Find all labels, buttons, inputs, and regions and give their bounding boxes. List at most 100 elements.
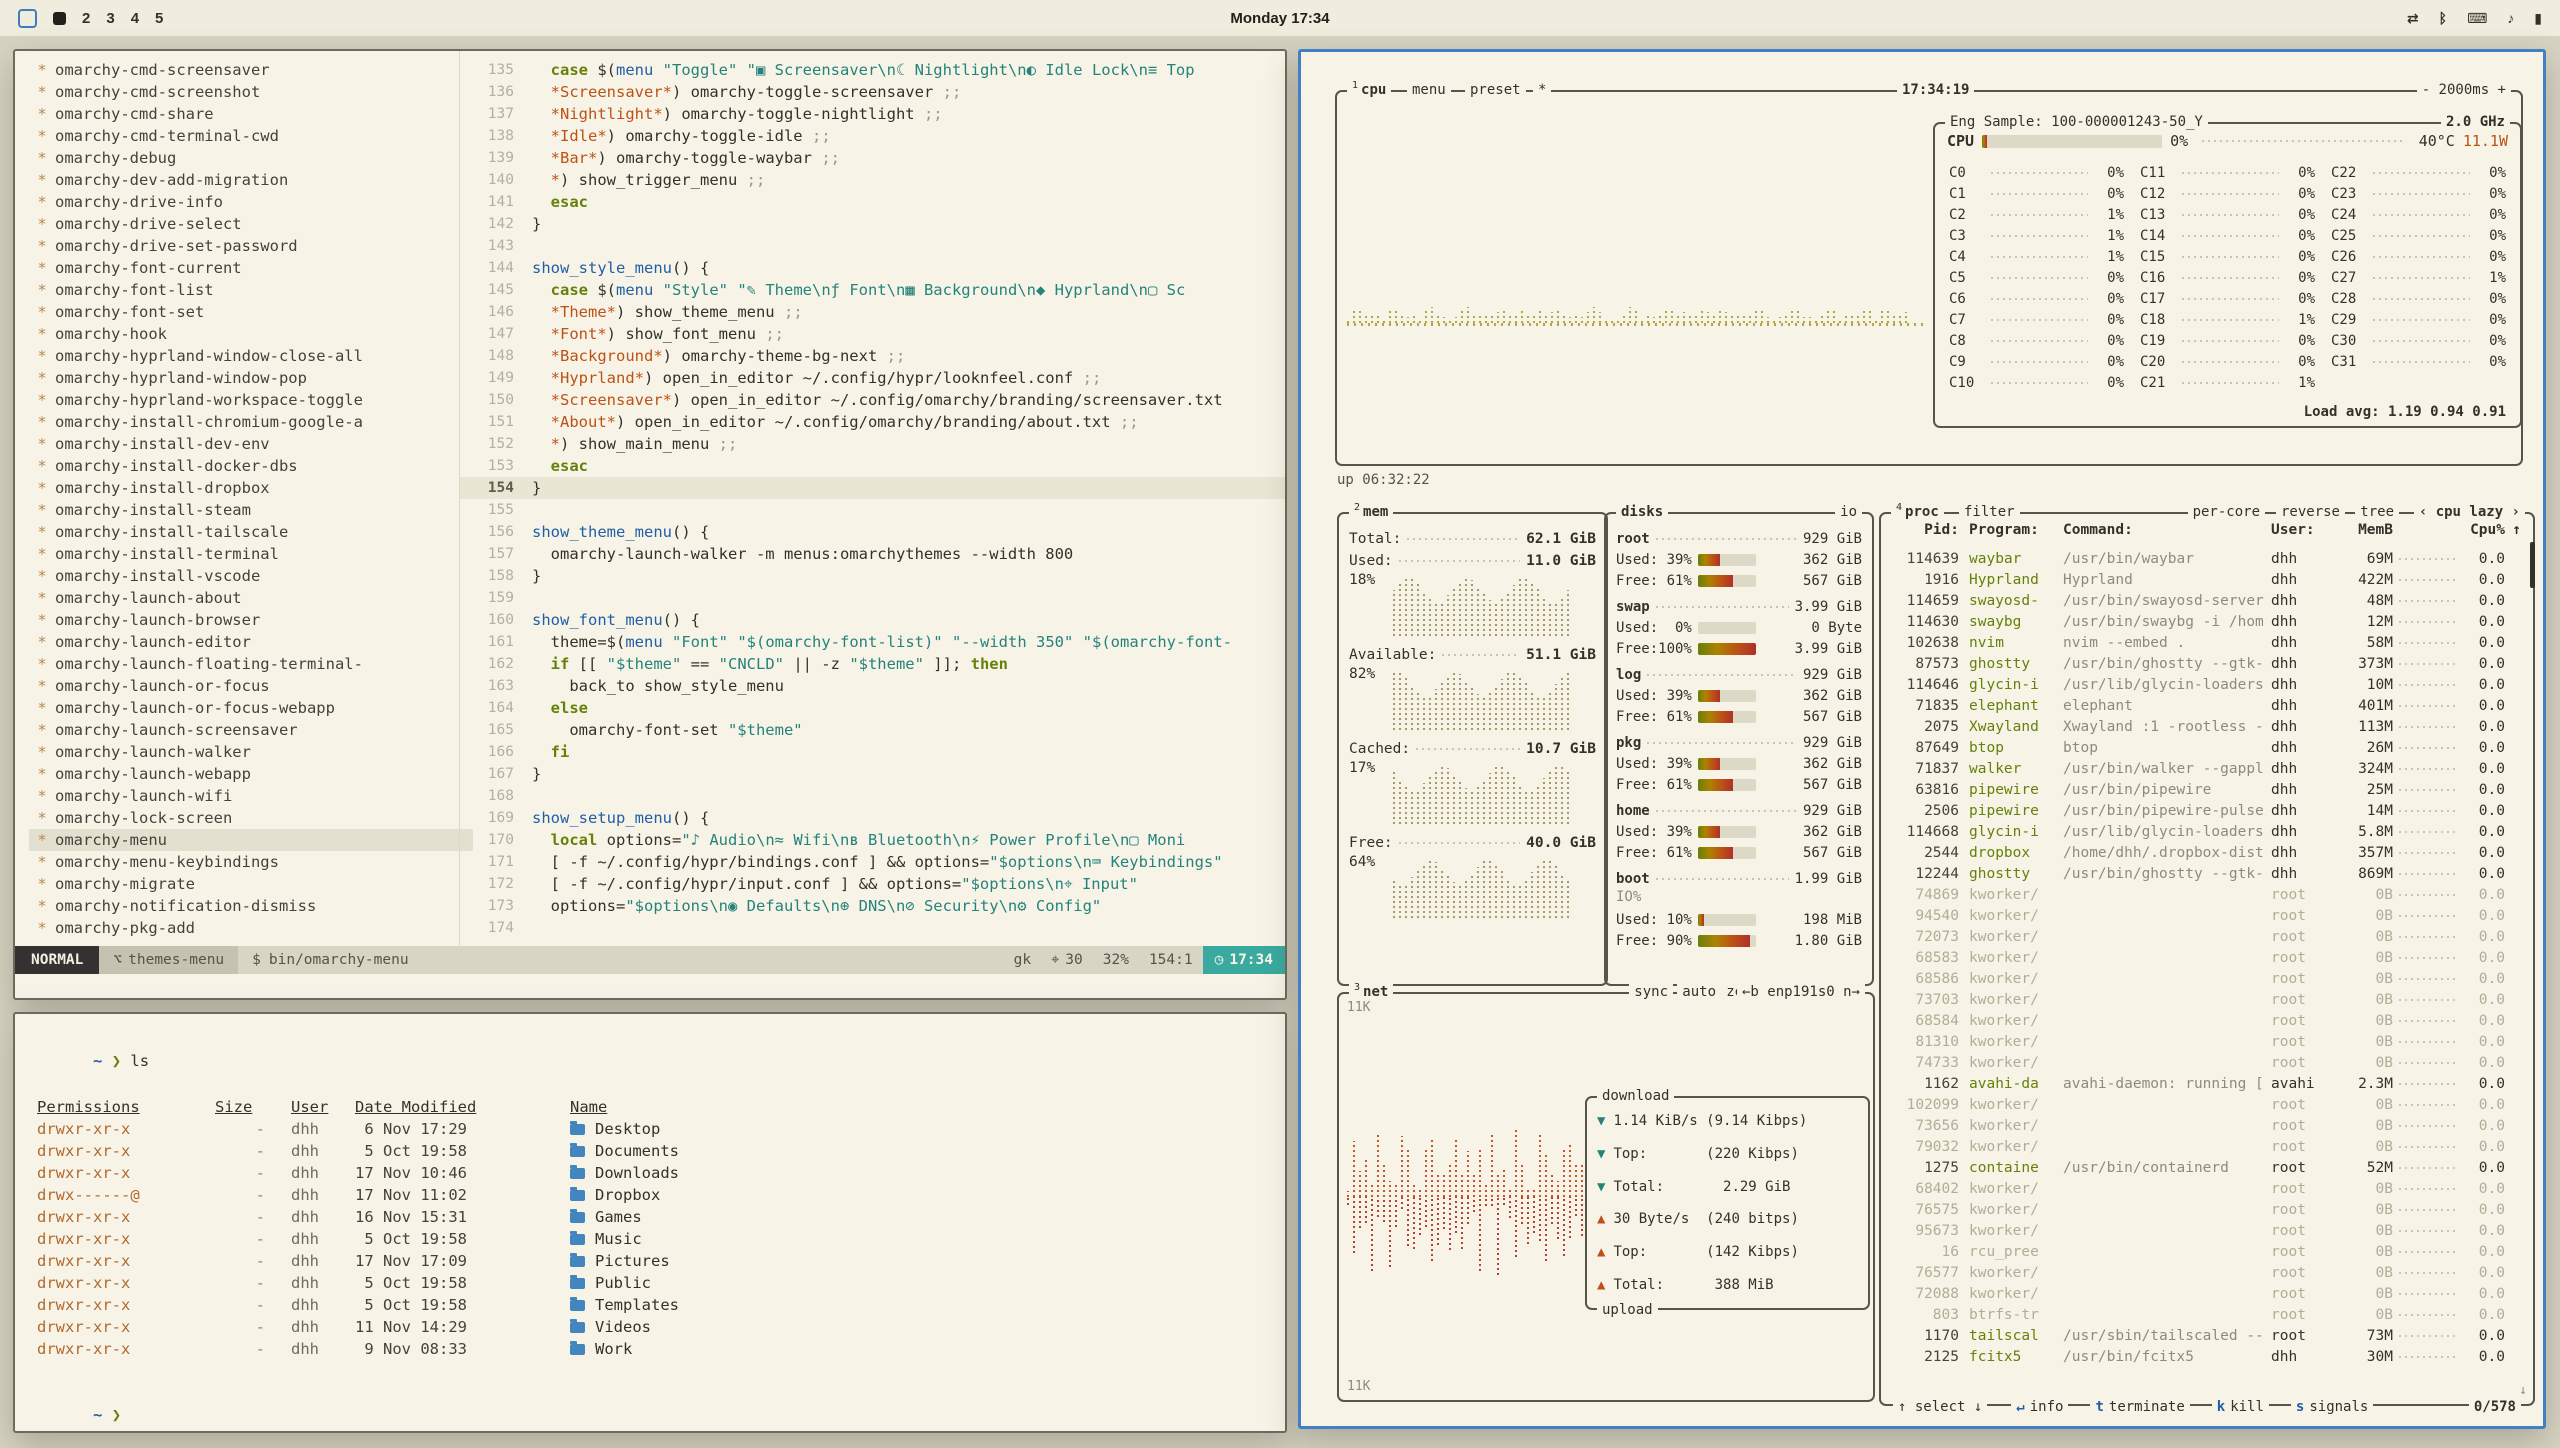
workspace-active-indicator[interactable]: [53, 12, 66, 25]
file-item[interactable]: *omarchy-launch-webapp: [29, 763, 473, 785]
process-row[interactable]: 1162avahi-daavahi-daemon: running [avahi…: [1889, 1073, 2521, 1094]
file-item[interactable]: *omarchy-font-set: [29, 301, 473, 323]
select-keys[interactable]: ↑ select ↓: [1893, 1399, 1987, 1415]
reverse-button[interactable]: reverse: [2276, 503, 2345, 521]
terminate-key[interactable]: tterminate: [2090, 1399, 2189, 1415]
file-item[interactable]: *omarchy-debug: [29, 147, 473, 169]
process-row[interactable]: 16rcu_preeroot0B0.0: [1889, 1241, 2521, 1262]
file-item[interactable]: *omarchy-cmd-screensaver: [29, 59, 473, 81]
process-row[interactable]: 87573ghostty/usr/bin/ghostty --gtk-dhh37…: [1889, 653, 2521, 674]
interface-selector[interactable]: ←b enp191s0 n→: [1737, 983, 1865, 1001]
omarchy-logo-icon[interactable]: [18, 9, 37, 28]
battery-icon[interactable]: ▮: [2534, 10, 2542, 27]
process-row[interactable]: 12244ghostty/usr/bin/ghostty --gtk-dhh86…: [1889, 863, 2521, 884]
process-row[interactable]: 114646glycin-i/usr/lib/glycin-loadersdhh…: [1889, 674, 2521, 695]
sort-selector[interactable]: ‹ cpu lazy ›: [2414, 503, 2525, 521]
file-item[interactable]: *omarchy-install-tailscale: [29, 521, 473, 543]
process-row[interactable]: 95673kworker/root0B0.0: [1889, 1220, 2521, 1241]
menu-button[interactable]: menu: [1407, 81, 1451, 99]
file-item[interactable]: *omarchy-pkg-add: [29, 917, 473, 939]
workspace-item[interactable]: 4: [131, 10, 139, 27]
refresh-rate-control[interactable]: - 2000ms +: [2417, 81, 2511, 99]
process-row[interactable]: 114639waybar/usr/bin/waybardhh69M0.0: [1889, 548, 2521, 569]
process-row[interactable]: 68402kworker/root0B0.0: [1889, 1178, 2521, 1199]
proc-panel-title[interactable]: 4proc: [1891, 503, 1944, 521]
file-item[interactable]: *omarchy-cmd-terminal-cwd: [29, 125, 473, 147]
process-row[interactable]: 74869kworker/root0B0.0: [1889, 884, 2521, 905]
file-item[interactable]: *omarchy-drive-set-password: [29, 235, 473, 257]
process-row[interactable]: 114630swaybg/usr/bin/swaybg -i /homdhh12…: [1889, 611, 2521, 632]
file-item[interactable]: *omarchy-install-terminal: [29, 543, 473, 565]
file-item[interactable]: *omarchy-install-dev-env: [29, 433, 473, 455]
workspace-item[interactable]: 5: [155, 10, 163, 27]
file-item[interactable]: *omarchy-install-steam: [29, 499, 473, 521]
file-item[interactable]: *omarchy-cmd-screenshot: [29, 81, 473, 103]
file-item[interactable]: *omarchy-notification-dismiss: [29, 895, 473, 917]
process-row[interactable]: 87649btopbtopdhh26M0.0: [1889, 737, 2521, 758]
file-item[interactable]: *omarchy-install-vscode: [29, 565, 473, 587]
process-row[interactable]: 102099kworker/root0B0.0: [1889, 1094, 2521, 1115]
file-item[interactable]: *omarchy-hook: [29, 323, 473, 345]
process-row[interactable]: 803btrfs-trroot0B0.0: [1889, 1304, 2521, 1325]
process-row[interactable]: 1916HyprlandHyprlanddhh422M0.0: [1889, 569, 2521, 590]
file-item[interactable]: *omarchy-launch-or-focus: [29, 675, 473, 697]
process-row[interactable]: 114668glycin-i/usr/lib/glycin-loadersdhh…: [1889, 821, 2521, 842]
process-row[interactable]: 74733kworker/root0B0.0: [1889, 1052, 2521, 1073]
per-core-button[interactable]: per-core: [2188, 503, 2265, 521]
process-row[interactable]: 73703kworker/root0B0.0: [1889, 989, 2521, 1010]
mem-panel-title[interactable]: 2mem: [1349, 503, 1393, 521]
process-row[interactable]: 73656kworker/root0B0.0: [1889, 1115, 2521, 1136]
tree-button[interactable]: tree: [2355, 503, 2399, 521]
file-item[interactable]: *omarchy-dev-add-migration: [29, 169, 473, 191]
process-row[interactable]: 71837walker/usr/bin/walker --gappldhh324…: [1889, 758, 2521, 779]
file-item[interactable]: *omarchy-font-current: [29, 257, 473, 279]
file-item[interactable]: *omarchy-launch-floating-terminal-: [29, 653, 473, 675]
keyboard-icon[interactable]: ⌨: [2467, 10, 2487, 27]
process-row[interactable]: 68586kworker/root0B0.0: [1889, 968, 2521, 989]
file-item[interactable]: *omarchy-lock-screen: [29, 807, 473, 829]
file-item[interactable]: *omarchy-menu-keybindings: [29, 851, 473, 873]
process-row[interactable]: 71835elephantelephantdhh401M0.0: [1889, 695, 2521, 716]
preset-button[interactable]: preset: [1465, 81, 1526, 99]
file-item[interactable]: *omarchy-launch-editor: [29, 631, 473, 653]
file-item[interactable]: *omarchy-launch-about: [29, 587, 473, 609]
process-row[interactable]: 72088kworker/root0B0.0: [1889, 1283, 2521, 1304]
file-item[interactable]: *omarchy-launch-walker: [29, 741, 473, 763]
terminal-body[interactable]: ~ ❯ ls Permissions Size User Date Modifi…: [37, 1028, 1263, 1417]
kill-key[interactable]: kkill: [2212, 1399, 2269, 1415]
process-row[interactable]: 114659swayosd-/usr/bin/swayosd-serverdhh…: [1889, 590, 2521, 611]
file-item[interactable]: *omarchy-drive-select: [29, 213, 473, 235]
file-item[interactable]: *omarchy-hyprland-window-pop: [29, 367, 473, 389]
scroll-down-indicator[interactable]: ↓: [2519, 1383, 2527, 1398]
file-item[interactable]: *omarchy-launch-browser: [29, 609, 473, 631]
auto-button[interactable]: auto: [1677, 983, 1721, 1001]
process-row[interactable]: 2075XwaylandXwayland :1 -rootless -dhh11…: [1889, 716, 2521, 737]
process-row[interactable]: 68584kworker/root0B0.0: [1889, 1010, 2521, 1031]
workspace-item[interactable]: 3: [106, 10, 114, 27]
filter-button[interactable]: filter: [1959, 503, 2020, 521]
process-row[interactable]: 72073kworker/root0B0.0: [1889, 926, 2521, 947]
cpu-panel-title[interactable]: 1cpu: [1347, 81, 1391, 99]
file-item[interactable]: *omarchy-install-dropbox: [29, 477, 473, 499]
process-row[interactable]: 2125fcitx5/usr/bin/fcitx5dhh30M0.0: [1889, 1346, 2521, 1367]
process-row[interactable]: 76575kworker/root0B0.0: [1889, 1199, 2521, 1220]
file-item[interactable]: *omarchy-launch-screensaver: [29, 719, 473, 741]
process-row[interactable]: 68583kworker/root0B0.0: [1889, 947, 2521, 968]
file-item[interactable]: *omarchy-font-list: [29, 279, 473, 301]
info-key[interactable]: ↵info: [2011, 1399, 2068, 1415]
process-row[interactable]: 76577kworker/root0B0.0: [1889, 1262, 2521, 1283]
file-item[interactable]: *omarchy-launch-or-focus-webapp: [29, 697, 473, 719]
file-item[interactable]: *omarchy-launch-wifi: [29, 785, 473, 807]
file-item[interactable]: *omarchy-hyprland-workspace-toggle: [29, 389, 473, 411]
file-item[interactable]: *omarchy-install-docker-dbs: [29, 455, 473, 477]
process-row[interactable]: 79032kworker/root0B0.0: [1889, 1136, 2521, 1157]
workspace-item[interactable]: 2: [82, 10, 90, 27]
file-item[interactable]: *omarchy-migrate: [29, 873, 473, 895]
process-row[interactable]: 81310kworker/root0B0.0: [1889, 1031, 2521, 1052]
proc-scrollbar-thumb[interactable]: [2530, 542, 2535, 588]
signals-key[interactable]: ssignals: [2291, 1399, 2373, 1415]
net-panel-title[interactable]: 3net: [1349, 983, 1393, 1001]
bluetooth-icon[interactable]: ᛒ: [2439, 10, 2447, 26]
file-item[interactable]: *omarchy-hyprland-window-close-all: [29, 345, 473, 367]
process-row[interactable]: 2544dropbox/home/dhh/.dropbox-distdhh357…: [1889, 842, 2521, 863]
